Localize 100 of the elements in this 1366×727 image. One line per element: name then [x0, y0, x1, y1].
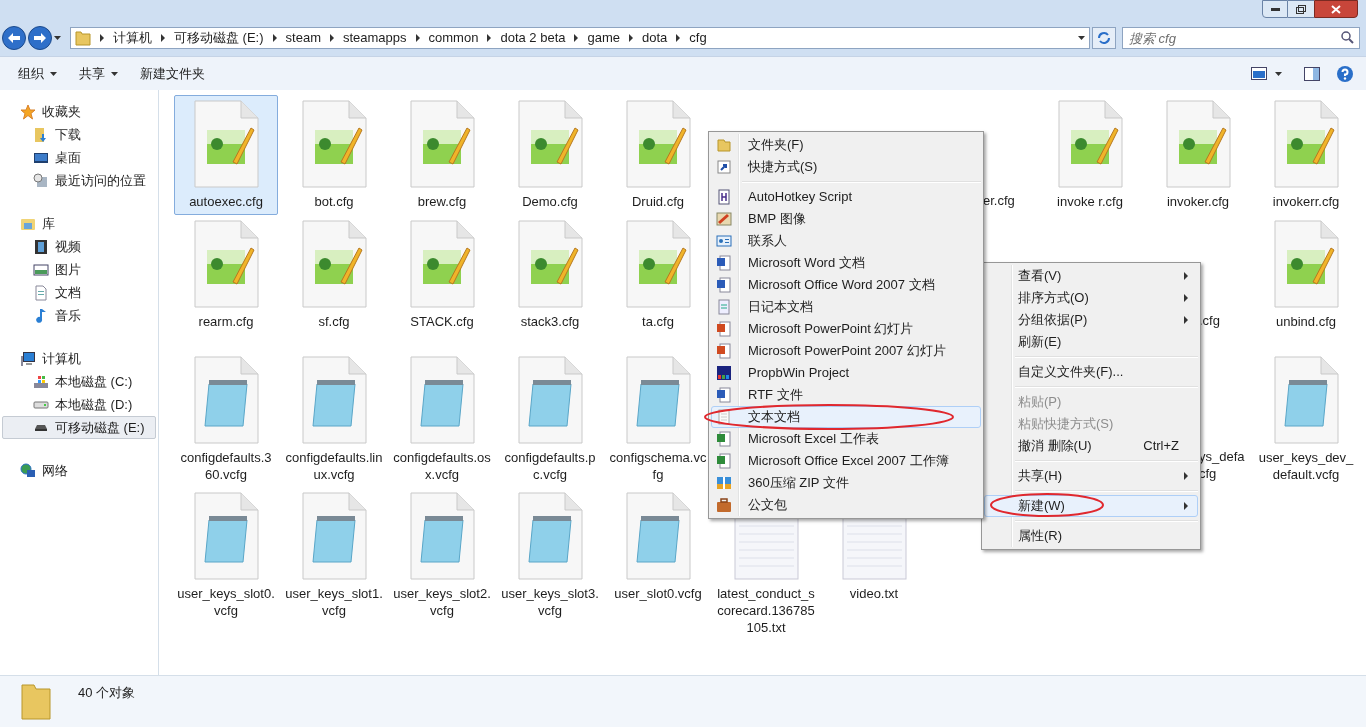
nav-item[interactable]: 本地磁盘 (D:): [2, 393, 156, 416]
menu-item[interactable]: Microsoft Office Word 2007 文档: [711, 274, 981, 296]
file-name: .cfg: [1199, 312, 1220, 329]
file-item[interactable]: configdefaults.osx.vcfg: [390, 351, 494, 488]
toolbar-button[interactable]: 组织: [10, 60, 65, 87]
breadcrumb[interactable]: game: [587, 28, 620, 48]
menu-item[interactable]: 自定义文件夹(F)...: [984, 361, 1198, 383]
notepad-file-icon: [193, 356, 259, 444]
menu-item[interactable]: AutoHotkey Script: [711, 186, 981, 208]
chevron-icon: [99, 34, 105, 42]
chevron-icon: [573, 34, 580, 42]
file-item[interactable]: configdefaults.pc.vcfg: [498, 351, 602, 488]
computer-icon: [20, 350, 36, 367]
breadcrumb[interactable]: dota: [642, 28, 668, 48]
nav-item[interactable]: 可移动磁盘 (E:): [2, 416, 156, 439]
nav-item[interactable]: 文档: [2, 281, 156, 304]
breadcrumb[interactable]: steam: [285, 28, 321, 48]
file-item[interactable]: configschema.vcfg: [606, 351, 710, 488]
nav-item[interactable]: 音乐: [2, 304, 156, 327]
forward-button[interactable]: [28, 26, 52, 50]
script-file-icon: [193, 100, 259, 188]
breadcrumb[interactable]: 可移动磁盘 (E:): [174, 28, 264, 48]
search-icon: [1341, 31, 1354, 44]
menu-item[interactable]: 文本文档: [711, 406, 981, 428]
file-item[interactable]: autoexec.cfg: [174, 95, 278, 215]
search-field[interactable]: 搜索 cfg: [1122, 27, 1360, 49]
file-item[interactable]: stack3.cfg: [498, 215, 602, 335]
minimize-icon: [1270, 7, 1280, 11]
address-bar[interactable]: 计算机 可移动磁盘 (E:) steam steamapps common dota 2 beta game dota cfg: [70, 27, 1090, 49]
globe-computer-icon: [20, 462, 36, 479]
archive-icon: [716, 475, 732, 491]
minimize-button[interactable]: [1262, 0, 1288, 18]
file-item[interactable]: user_keys_dev_default.vcfg: [1254, 351, 1358, 488]
menu-item[interactable]: 属性(R): [984, 525, 1198, 547]
breadcrumb[interactable]: steamapps: [342, 28, 407, 48]
toolbar-button[interactable]: 新建文件夹: [132, 60, 213, 87]
menu-item[interactable]: RTF 文件: [711, 384, 981, 406]
file-item[interactable]: unbind.cfg: [1254, 215, 1358, 335]
refresh-button[interactable]: [1092, 27, 1116, 49]
file-item[interactable]: sf.cfg: [282, 215, 386, 335]
nav-group-header[interactable]: 库: [0, 212, 158, 235]
menu-item[interactable]: PropbWin Project: [711, 362, 981, 384]
menu-item[interactable]: 日记本文档: [711, 296, 981, 318]
menu-item[interactable]: 共享(H): [984, 465, 1198, 487]
file-item[interactable]: invoke r.cfg: [1038, 95, 1142, 215]
breadcrumb[interactable]: cfg: [689, 28, 707, 48]
document-icon: [33, 284, 49, 301]
menu-item[interactable]: 快捷方式(S): [711, 156, 981, 178]
menu-item[interactable]: 新建(W): [984, 495, 1198, 517]
file-item[interactable]: rearm.cfg: [174, 215, 278, 335]
nav-item[interactable]: 桌面: [2, 146, 156, 169]
nav-item[interactable]: 本地磁盘 (C:): [2, 370, 156, 393]
project-logo-icon: [716, 365, 732, 381]
nav-group-header[interactable]: 网络: [0, 459, 158, 482]
file-item[interactable]: user_keys_slot0.vcfg: [174, 487, 278, 624]
file-item[interactable]: invoker.cfg: [1146, 95, 1250, 215]
nav-group-header[interactable]: 计算机: [0, 347, 158, 370]
maximize-button[interactable]: [1288, 0, 1314, 18]
file-item[interactable]: user_keys_slot1.vcfg: [282, 487, 386, 624]
breadcrumb[interactable]: common: [428, 28, 479, 48]
menu-item[interactable]: Microsoft PowerPoint 2007 幻灯片: [711, 340, 981, 362]
menu-item[interactable]: 360压缩 ZIP 文件: [711, 472, 981, 494]
menu-item[interactable]: 查看(V): [984, 265, 1198, 287]
word-document-icon: [716, 277, 732, 293]
menu-item[interactable]: Microsoft Office Excel 2007 工作簿: [711, 450, 981, 472]
slides-document-icon: [716, 343, 732, 359]
menu-item[interactable]: 排序方式(O): [984, 287, 1198, 309]
file-item[interactable]: user_slot0.vcfg: [606, 487, 710, 607]
refresh-icon: [1097, 31, 1111, 45]
file-item[interactable]: bot.cfg: [282, 95, 386, 215]
file-item[interactable]: STACK.cfg: [390, 215, 494, 335]
file-item[interactable]: ta.cfg: [606, 215, 710, 335]
menu-item[interactable]: 联系人: [711, 230, 981, 252]
file-item[interactable]: user_keys_slot3.vcfg: [498, 487, 602, 624]
file-item[interactable]: configdefaults.360.vcfg: [174, 351, 278, 488]
file-item[interactable]: user_keys_slot2.vcfg: [390, 487, 494, 624]
breadcrumb[interactable]: 计算机: [113, 28, 152, 48]
menu-item[interactable]: Microsoft Excel 工作表: [711, 428, 981, 450]
file-item[interactable]: configdefaults.linux.vcfg: [282, 351, 386, 488]
menu-item[interactable]: 刷新(E): [984, 331, 1198, 353]
file-item[interactable]: invokerr.cfg: [1254, 95, 1358, 215]
nav-item[interactable]: 图片: [2, 258, 156, 281]
back-button[interactable]: [2, 26, 26, 50]
menu-item[interactable]: 分组依据(P): [984, 309, 1198, 331]
breadcrumb[interactable]: dota 2 beta: [500, 28, 566, 48]
menu-item[interactable]: Microsoft PowerPoint 幻灯片: [711, 318, 981, 340]
file-item[interactable]: Demo.cfg: [498, 95, 602, 215]
nav-group-header[interactable]: 收藏夹: [0, 100, 158, 123]
file-item[interactable]: Druid.cfg: [606, 95, 710, 215]
file-item[interactable]: brew.cfg: [390, 95, 494, 215]
nav-item[interactable]: 下载: [2, 123, 156, 146]
menu-item[interactable]: 文件夹(F): [711, 134, 981, 156]
nav-item[interactable]: 最近访问的位置: [2, 169, 156, 192]
close-button[interactable]: [1314, 0, 1358, 18]
menu-item[interactable]: 公文包: [711, 494, 981, 516]
nav-item[interactable]: 视频: [2, 235, 156, 258]
menu-item[interactable]: Microsoft Word 文档: [711, 252, 981, 274]
menu-item[interactable]: BMP 图像: [711, 208, 981, 230]
menu-item[interactable]: 撤消 删除(U) Ctrl+Z: [984, 435, 1198, 457]
toolbar-button[interactable]: 共享: [71, 60, 126, 87]
